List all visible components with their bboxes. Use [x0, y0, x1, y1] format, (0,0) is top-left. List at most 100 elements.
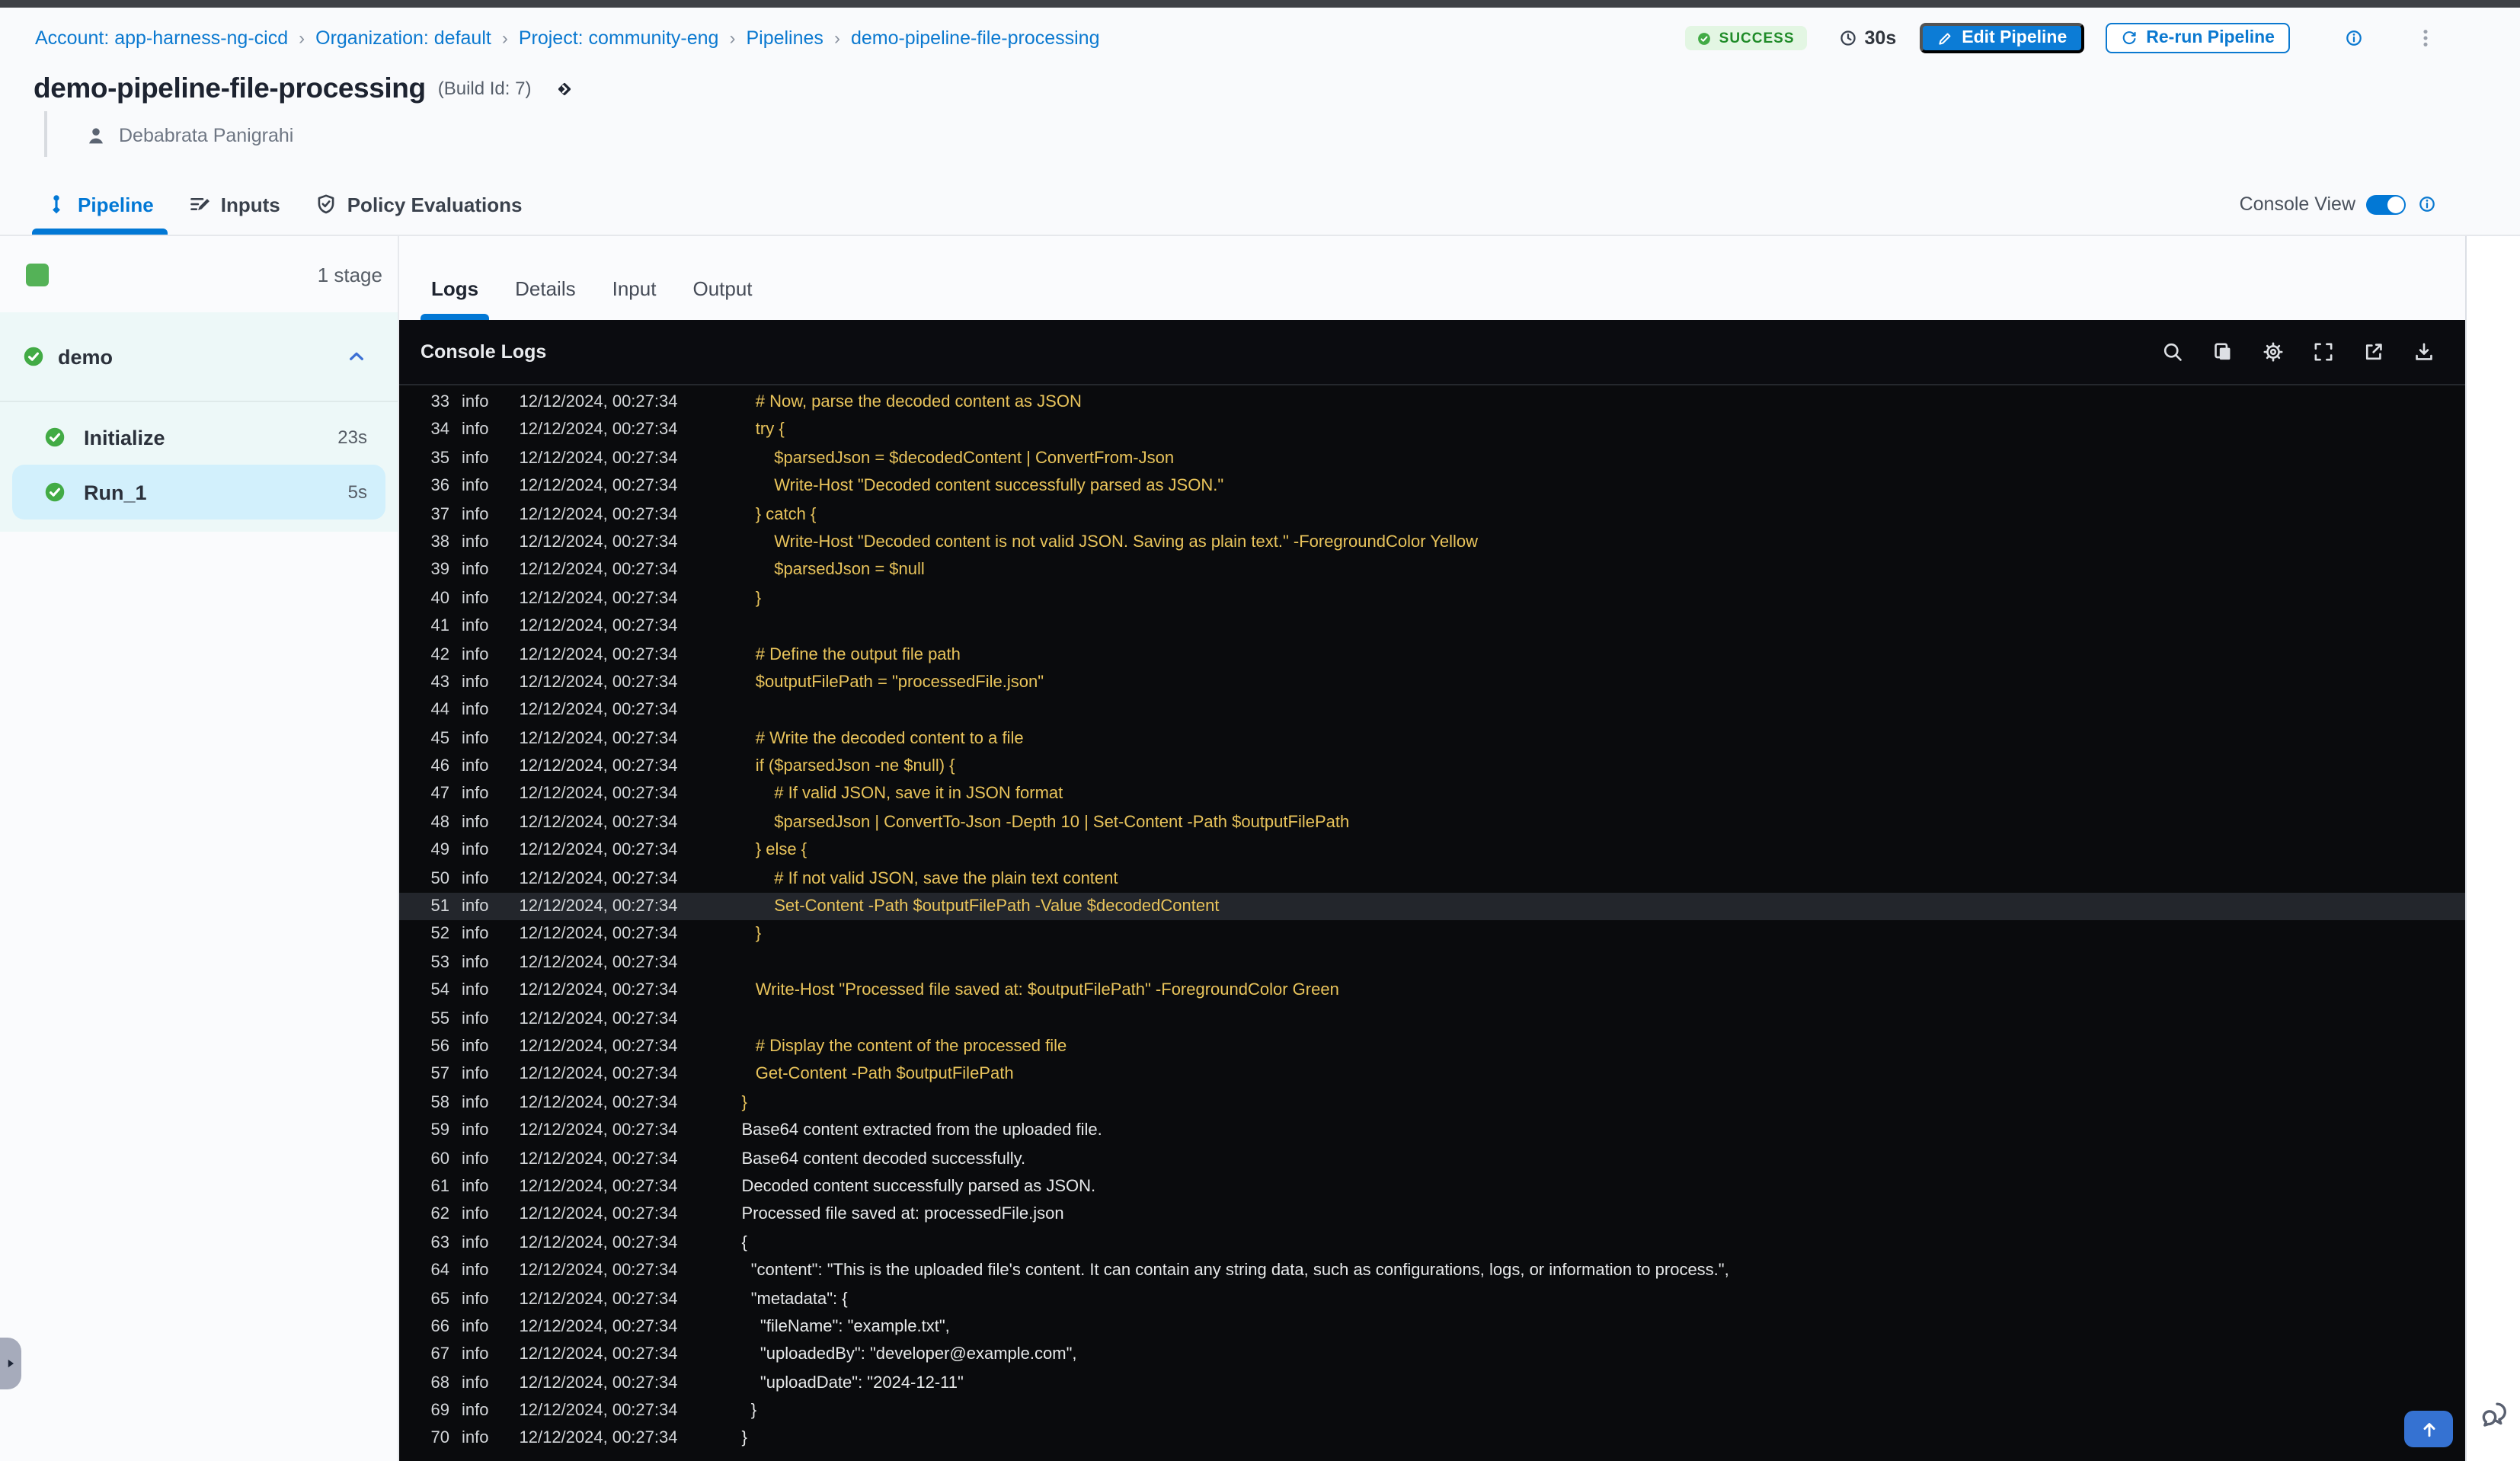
log-level: info [462, 1402, 489, 1421]
breadcrumb-separator: › [299, 27, 305, 49]
log-timestamp: 12/12/2024, 00:27:34 [519, 925, 678, 944]
detail-tab-logs[interactable]: Logs [420, 277, 490, 320]
log-level: info [462, 1290, 489, 1308]
execution-detail-panel: Logs Details Input Output Console Logs 33 in… [399, 236, 2465, 1461]
tab-label: Policy Evaluations [347, 193, 523, 216]
log-line: 66 info 12/12/2024, 00:27:34 "fileName": "… [399, 1313, 2465, 1341]
line-number: 34 [430, 420, 450, 440]
step-run-1[interactable]: Run_1 5s [12, 465, 385, 520]
line-number: 40 [430, 589, 450, 608]
step-initialize[interactable]: Initialize 23s [12, 410, 385, 465]
fullscreen-icon[interactable] [2313, 341, 2334, 363]
tab-inputs[interactable]: Inputs [189, 174, 280, 235]
log-level: info [462, 1373, 489, 1392]
download-icon[interactable] [2413, 341, 2435, 363]
log-level: info [462, 1121, 489, 1140]
console-view-toggle[interactable] [2366, 194, 2406, 214]
line-number: 64 [430, 1261, 450, 1280]
log-message: if ($parsedJson -ne $null) { [741, 757, 955, 776]
rerun-pipeline-label: Re-run Pipeline [2146, 29, 2275, 47]
detail-tab-details[interactable]: Details [515, 277, 576, 320]
log-line: 62 info 12/12/2024, 00:27:34 Processed file… [399, 1201, 2465, 1229]
log-line: 41 info 12/12/2024, 00:27:34 [399, 612, 2465, 641]
log-level: info [462, 757, 489, 776]
line-number: 60 [430, 1149, 450, 1168]
settings-icon[interactable] [2263, 341, 2284, 363]
log-level: info [462, 1345, 489, 1364]
log-level: info [462, 1093, 489, 1112]
breadcrumb-link-pipelines[interactable]: Pipelines [746, 27, 823, 49]
breadcrumb-link-account[interactable]: Account: app-harness-ng-cicd [35, 27, 288, 49]
scroll-to-top-button[interactable] [2404, 1411, 2453, 1447]
header-actions: SUCCESS 30s Edit Pipeline Re-run Pipelin… [1685, 23, 2436, 53]
log-line: 38 info 12/12/2024, 00:27:34 Write-Host "D… [399, 529, 2465, 557]
log-level: info [462, 589, 489, 608]
log-line: 64 info 12/12/2024, 00:27:34 "content": "T… [399, 1257, 2465, 1285]
line-number: 57 [430, 1065, 450, 1084]
log-line: 45 info 12/12/2024, 00:27:34 # Write the d… [399, 724, 2465, 753]
line-number: 43 [430, 673, 450, 692]
stage-sidebar: 1 stage demo Initialize 23s Run_1 5s [0, 236, 399, 1461]
help-chat-icon[interactable] [2480, 1400, 2508, 1427]
log-level: info [462, 1261, 489, 1280]
chevron-up-icon[interactable] [346, 346, 367, 367]
log-message: # Define the output file path [741, 645, 961, 664]
line-number: 70 [430, 1429, 450, 1448]
breadcrumb-link-project[interactable]: Project: community-eng [519, 27, 719, 49]
info-icon[interactable] [2345, 29, 2363, 47]
console-header: Console Logs [399, 320, 2465, 385]
breadcrumb: Account: app-harness-ng-cicd › Organizatio… [35, 27, 1100, 49]
stage-count: 1 stage [317, 263, 382, 286]
stage-group-header[interactable]: demo [0, 312, 398, 401]
author-row: Debabrata Panigrahi [0, 111, 2520, 157]
line-number: 48 [430, 813, 450, 832]
log-message: $parsedJson = $null [741, 561, 925, 580]
breadcrumb-link-organization[interactable]: Organization: default [315, 27, 491, 49]
console-log-body[interactable]: 33 info 12/12/2024, 00:27:34 # Now, parse … [399, 385, 2465, 1461]
tab-pipeline[interactable]: Pipeline [32, 174, 168, 235]
copy-icon[interactable] [2212, 341, 2234, 363]
log-message: try { [741, 420, 785, 440]
log-line: 70 info 12/12/2024, 00:27:34} [399, 1425, 2465, 1453]
log-message: } catch { [741, 505, 817, 524]
log-timestamp: 12/12/2024, 00:27:34 [519, 420, 678, 440]
tab-policy-evaluations[interactable]: Policy Evaluations [315, 174, 523, 235]
log-line: 44 info 12/12/2024, 00:27:34 [399, 697, 2465, 725]
detail-tab-input[interactable]: Input [612, 277, 657, 320]
log-timestamp: 12/12/2024, 00:27:34 [519, 1290, 678, 1308]
log-message: } [741, 925, 762, 944]
line-number: 38 [430, 532, 450, 551]
play-right-icon [3, 1356, 18, 1371]
log-level: info [462, 617, 489, 636]
log-level: info [462, 1205, 489, 1224]
log-line: 61 info 12/12/2024, 00:27:34 Decoded conten… [399, 1173, 2465, 1201]
step-duration: 23s [337, 427, 367, 448]
edit-pipeline-label: Edit Pipeline [1962, 29, 2067, 47]
refresh-icon [2120, 30, 2137, 46]
log-timestamp: 12/12/2024, 00:27:34 [519, 701, 678, 720]
log-level: info [462, 1317, 489, 1336]
rerun-pipeline-button[interactable]: Re-run Pipeline [2105, 23, 2290, 53]
log-level: info [462, 1233, 489, 1252]
log-timestamp: 12/12/2024, 00:27:34 [519, 869, 678, 888]
kebab-menu-icon[interactable] [2415, 27, 2436, 49]
breadcrumb-link-demo-pipeline-file-processing[interactable]: demo-pipeline-file-processing [851, 27, 1100, 49]
log-timestamp: 12/12/2024, 00:27:34 [519, 505, 678, 524]
line-number: 63 [430, 1233, 450, 1252]
line-number: 52 [430, 925, 450, 944]
line-number: 44 [430, 701, 450, 720]
log-message: Processed file saved at: processedFile.j… [741, 1205, 1064, 1224]
stage-group: demo Initialize 23s Run_1 5s [0, 312, 398, 532]
edit-pipeline-button[interactable]: Edit Pipeline [1919, 23, 2084, 53]
detail-tab-output[interactable]: Output [692, 277, 752, 320]
console-view-label: Console View [2239, 193, 2355, 215]
line-number: 55 [430, 1009, 450, 1028]
open-in-new-icon[interactable] [2363, 341, 2384, 363]
console-view-info-icon[interactable] [2418, 195, 2436, 213]
log-timestamp: 12/12/2024, 00:27:34 [519, 1093, 678, 1112]
search-icon[interactable] [2162, 341, 2183, 363]
log-message: # Now, parse the decoded content as JSON [741, 393, 1082, 411]
left-panel-expander[interactable] [0, 1338, 21, 1389]
log-timestamp: 12/12/2024, 00:27:34 [519, 561, 678, 580]
log-timestamp: 12/12/2024, 00:27:34 [519, 1009, 678, 1028]
